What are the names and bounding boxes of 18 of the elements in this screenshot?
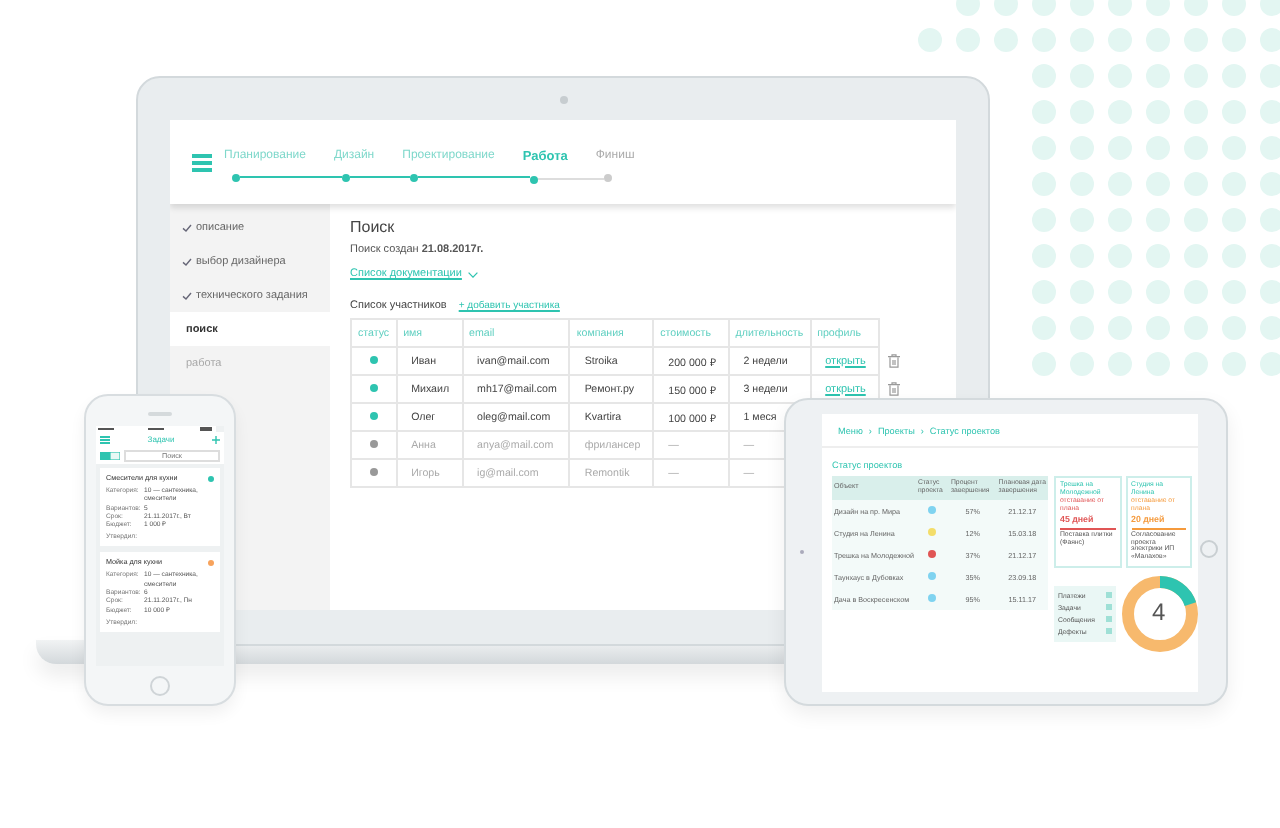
progress-line [240, 176, 342, 178]
legend-checkbox[interactable] [1106, 628, 1112, 635]
menu-icon [100, 435, 110, 443]
home-button[interactable] [1200, 540, 1218, 558]
home-button[interactable] [150, 676, 170, 696]
legend-checkbox[interactable] [1106, 592, 1112, 599]
plus-icon [212, 435, 220, 443]
progress-line [349, 176, 411, 178]
legend-checkbox[interactable] [1106, 604, 1112, 611]
view-toggle-icon [100, 452, 120, 460]
donut-chart-drawing [1120, 573, 1198, 654]
chevron-down-icon [467, 271, 478, 277]
progress-line [418, 176, 531, 178]
progress-line [538, 178, 604, 180]
page-title: Поиск [350, 218, 397, 236]
count-number: 4 [1152, 597, 1166, 626]
legend-checkbox[interactable] [1106, 616, 1112, 623]
menu-icon [192, 153, 212, 171]
